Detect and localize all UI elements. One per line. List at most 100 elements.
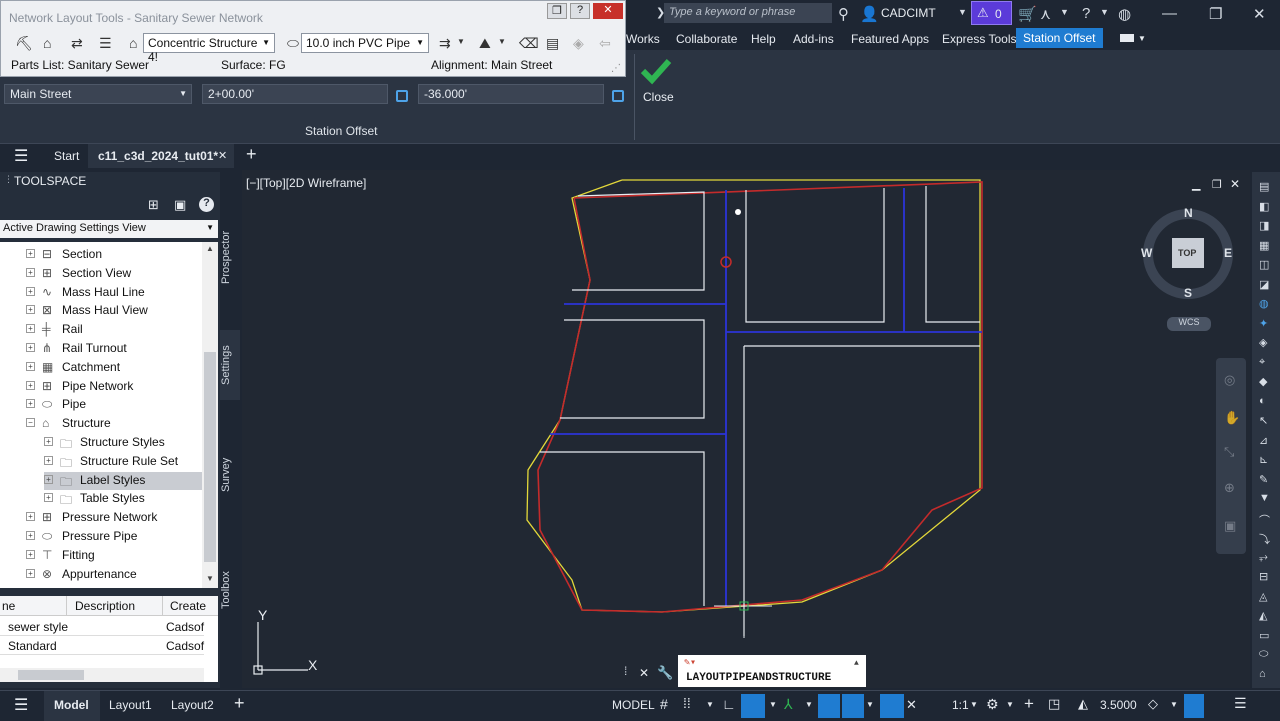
selection-icon[interactable]: ↖ xyxy=(1259,414,1268,427)
properties-icon[interactable]: ▤ xyxy=(1259,180,1269,193)
expand-icon[interactable]: + xyxy=(44,455,53,465)
close-icon[interactable]: ✕ xyxy=(1253,5,1266,23)
search-input[interactable]: Type a keyword or phrase xyxy=(664,3,832,23)
expand-icon[interactable]: + xyxy=(26,267,35,277)
network-icon[interactable]: ⊞ xyxy=(148,197,159,213)
table-row[interactable]: Standard Cadsof xyxy=(0,636,204,655)
user-icon[interactable]: 👤 xyxy=(860,5,879,23)
scroll-up-icon[interactable]: ▲ xyxy=(206,244,214,253)
quick-properties-icon[interactable] xyxy=(1184,694,1204,718)
workspace-icon[interactable]: ◇ xyxy=(1148,696,1158,712)
station-field[interactable]: 2+00.00' xyxy=(202,84,388,104)
help-icon[interactable]: ? xyxy=(1082,5,1090,22)
slope-icon[interactable]: ⛰ xyxy=(479,35,491,52)
measure-icon[interactable]: ⊾ xyxy=(1259,453,1268,466)
expand-icon[interactable]: + xyxy=(26,249,35,258)
snap-icon[interactable]: ⁞⁞ xyxy=(683,695,691,711)
zoom-icon[interactable]: ⤡ xyxy=(1224,444,1234,460)
scroll-thumb[interactable] xyxy=(204,352,216,562)
scroll-down-icon[interactable]: ▼ xyxy=(206,574,214,583)
tab-station-offset[interactable]: Station Offset xyxy=(1016,28,1103,48)
alignment-icon[interactable]: ⌒ xyxy=(1259,512,1270,528)
chevron-down-icon[interactable]: ▼ xyxy=(958,7,967,17)
network-home-icon[interactable]: ⌂ xyxy=(43,35,51,51)
compass-south[interactable]: S xyxy=(1184,286,1192,300)
tab-help[interactable]: Help xyxy=(751,32,776,46)
tab-toolbox[interactable]: Toolbox xyxy=(220,560,240,620)
sheet-set-icon[interactable]: ◫ xyxy=(1259,258,1269,271)
tab-prospector[interactable]: Prospector xyxy=(220,222,240,292)
chevron-down-icon[interactable]: ▼ xyxy=(1006,700,1014,709)
snap-icon[interactable]: ⌖ xyxy=(1259,356,1265,369)
expand-icon[interactable]: + xyxy=(26,512,35,522)
expand-icon[interactable]: + xyxy=(26,380,35,390)
grip-icon[interactable]: ⋮ xyxy=(4,174,13,185)
auto-scale-icon[interactable]: ✕ xyxy=(906,697,917,713)
showmotion-icon[interactable]: ▣ xyxy=(1224,518,1236,534)
annotation-value[interactable]: 3.5000 xyxy=(1100,698,1137,712)
ortho-icon[interactable]: ∟ xyxy=(722,696,736,712)
minimize-icon[interactable]: ▁ xyxy=(1192,178,1200,191)
tree-item[interactable]: + ∿ Mass Haul Line xyxy=(26,284,202,302)
wrench-icon[interactable]: 🔧 xyxy=(657,665,673,681)
units-icon[interactable]: ◳ xyxy=(1048,696,1060,712)
tree-item[interactable]: + 🗀 Label Styles xyxy=(44,471,202,490)
annotation-visibility-icon[interactable] xyxy=(880,694,904,718)
command-line[interactable]: ✎▾ LAYOUTPIPEANDSTRUCTURE ▲ xyxy=(678,655,866,687)
annotation-icon[interactable]: ◭ xyxy=(1078,696,1088,712)
navigation-bar[interactable]: ◎ ✋ ⤡ ⊕ ▣ xyxy=(1216,358,1246,554)
model-space-toggle[interactable]: MODEL xyxy=(612,698,655,712)
structure-select[interactable]: Concentric Structure 4! ▼ xyxy=(143,33,275,64)
drawing-canvas[interactable]: Y X xyxy=(242,170,1250,688)
grading-icon[interactable]: ◭ xyxy=(1259,609,1267,622)
compass-north[interactable]: N xyxy=(1184,206,1193,220)
chevron-down-icon[interactable]: ▼ xyxy=(1138,34,1146,43)
chevron-down-icon[interactable]: ▼ xyxy=(1060,7,1069,17)
parts-list-icon[interactable]: ☰ xyxy=(99,35,112,52)
alert-badge[interactable]: ⚠ 0 xyxy=(971,1,1012,25)
tree-item[interactable]: + 🗀 Table Styles xyxy=(44,490,202,508)
offset-field[interactable]: -36.000' xyxy=(418,84,604,104)
table-row[interactable]: sewer style Cadsof xyxy=(0,617,204,636)
layers-icon[interactable]: ◧ xyxy=(1259,200,1269,213)
cart-icon[interactable]: 🛒 xyxy=(1018,5,1037,23)
grip-icon[interactable]: ⁞ xyxy=(624,664,627,678)
help-icon[interactable]: ? xyxy=(570,3,590,19)
help-icon[interactable]: ? xyxy=(199,197,214,212)
table-hscrollbar[interactable] xyxy=(0,668,204,682)
chevron-down-icon[interactable]: ▼ xyxy=(706,700,714,709)
search-icon[interactable]: ⚲ xyxy=(838,5,849,23)
design-center-icon[interactable]: ▦ xyxy=(1259,239,1269,252)
close-button[interactable]: Close xyxy=(640,56,676,112)
alignment-select[interactable]: Main Street ▼ xyxy=(4,84,192,104)
expand-icon[interactable]: + xyxy=(44,437,53,446)
profile-icon[interactable]: ⤵ xyxy=(1259,531,1270,547)
transparency-icon[interactable]: ◐ xyxy=(1259,395,1266,407)
drawing-viewport[interactable]: [−][Top][2D Wireframe] Y X N S E W TOP W… xyxy=(242,170,1250,688)
chevron-down-icon[interactable]: ▼ xyxy=(457,37,465,46)
pipe-select[interactable]: 10.0 inch PVC Pipe ▼ xyxy=(301,33,429,53)
tree-item[interactable]: + ⊞ Pressure Network xyxy=(26,509,202,527)
pipe-icon[interactable]: ⬭ xyxy=(1259,648,1268,661)
orbit-icon[interactable]: ⊕ xyxy=(1224,480,1235,496)
resize-grip-icon[interactable]: ⋰ xyxy=(611,63,621,74)
chevron-down-icon[interactable]: ▼ xyxy=(970,700,978,709)
object-snap-icon[interactable] xyxy=(842,694,864,718)
share-icon[interactable]: ⋏ xyxy=(1040,5,1051,23)
tree-item[interactable]: + 🗀 Structure Styles xyxy=(44,434,202,452)
chevron-down-icon[interactable]: ▼ xyxy=(866,700,874,709)
wcs-menu[interactable]: WCS xyxy=(1167,317,1211,331)
corridor-icon[interactable]: ⥅ xyxy=(1259,551,1268,564)
structure-icon[interactable]: ⌂ xyxy=(1259,668,1266,680)
customize-icon[interactable]: ☰ xyxy=(1234,695,1247,712)
expand-icon[interactable]: + xyxy=(26,324,35,334)
expand-icon[interactable]: + xyxy=(26,531,35,540)
view-select[interactable]: Active Drawing Settings View ▼ xyxy=(0,220,218,238)
restore-icon[interactable]: ❐ xyxy=(547,3,567,19)
object-snap-tracking-icon[interactable] xyxy=(818,694,840,718)
gear-icon[interactable]: ⚙ xyxy=(986,696,999,713)
globe-icon[interactable]: ◍ xyxy=(1259,297,1269,310)
tab-featured-apps[interactable]: Featured Apps xyxy=(851,32,929,46)
polar-tracking-icon[interactable] xyxy=(741,694,765,718)
menu-icon[interactable]: ☰ xyxy=(14,695,28,715)
